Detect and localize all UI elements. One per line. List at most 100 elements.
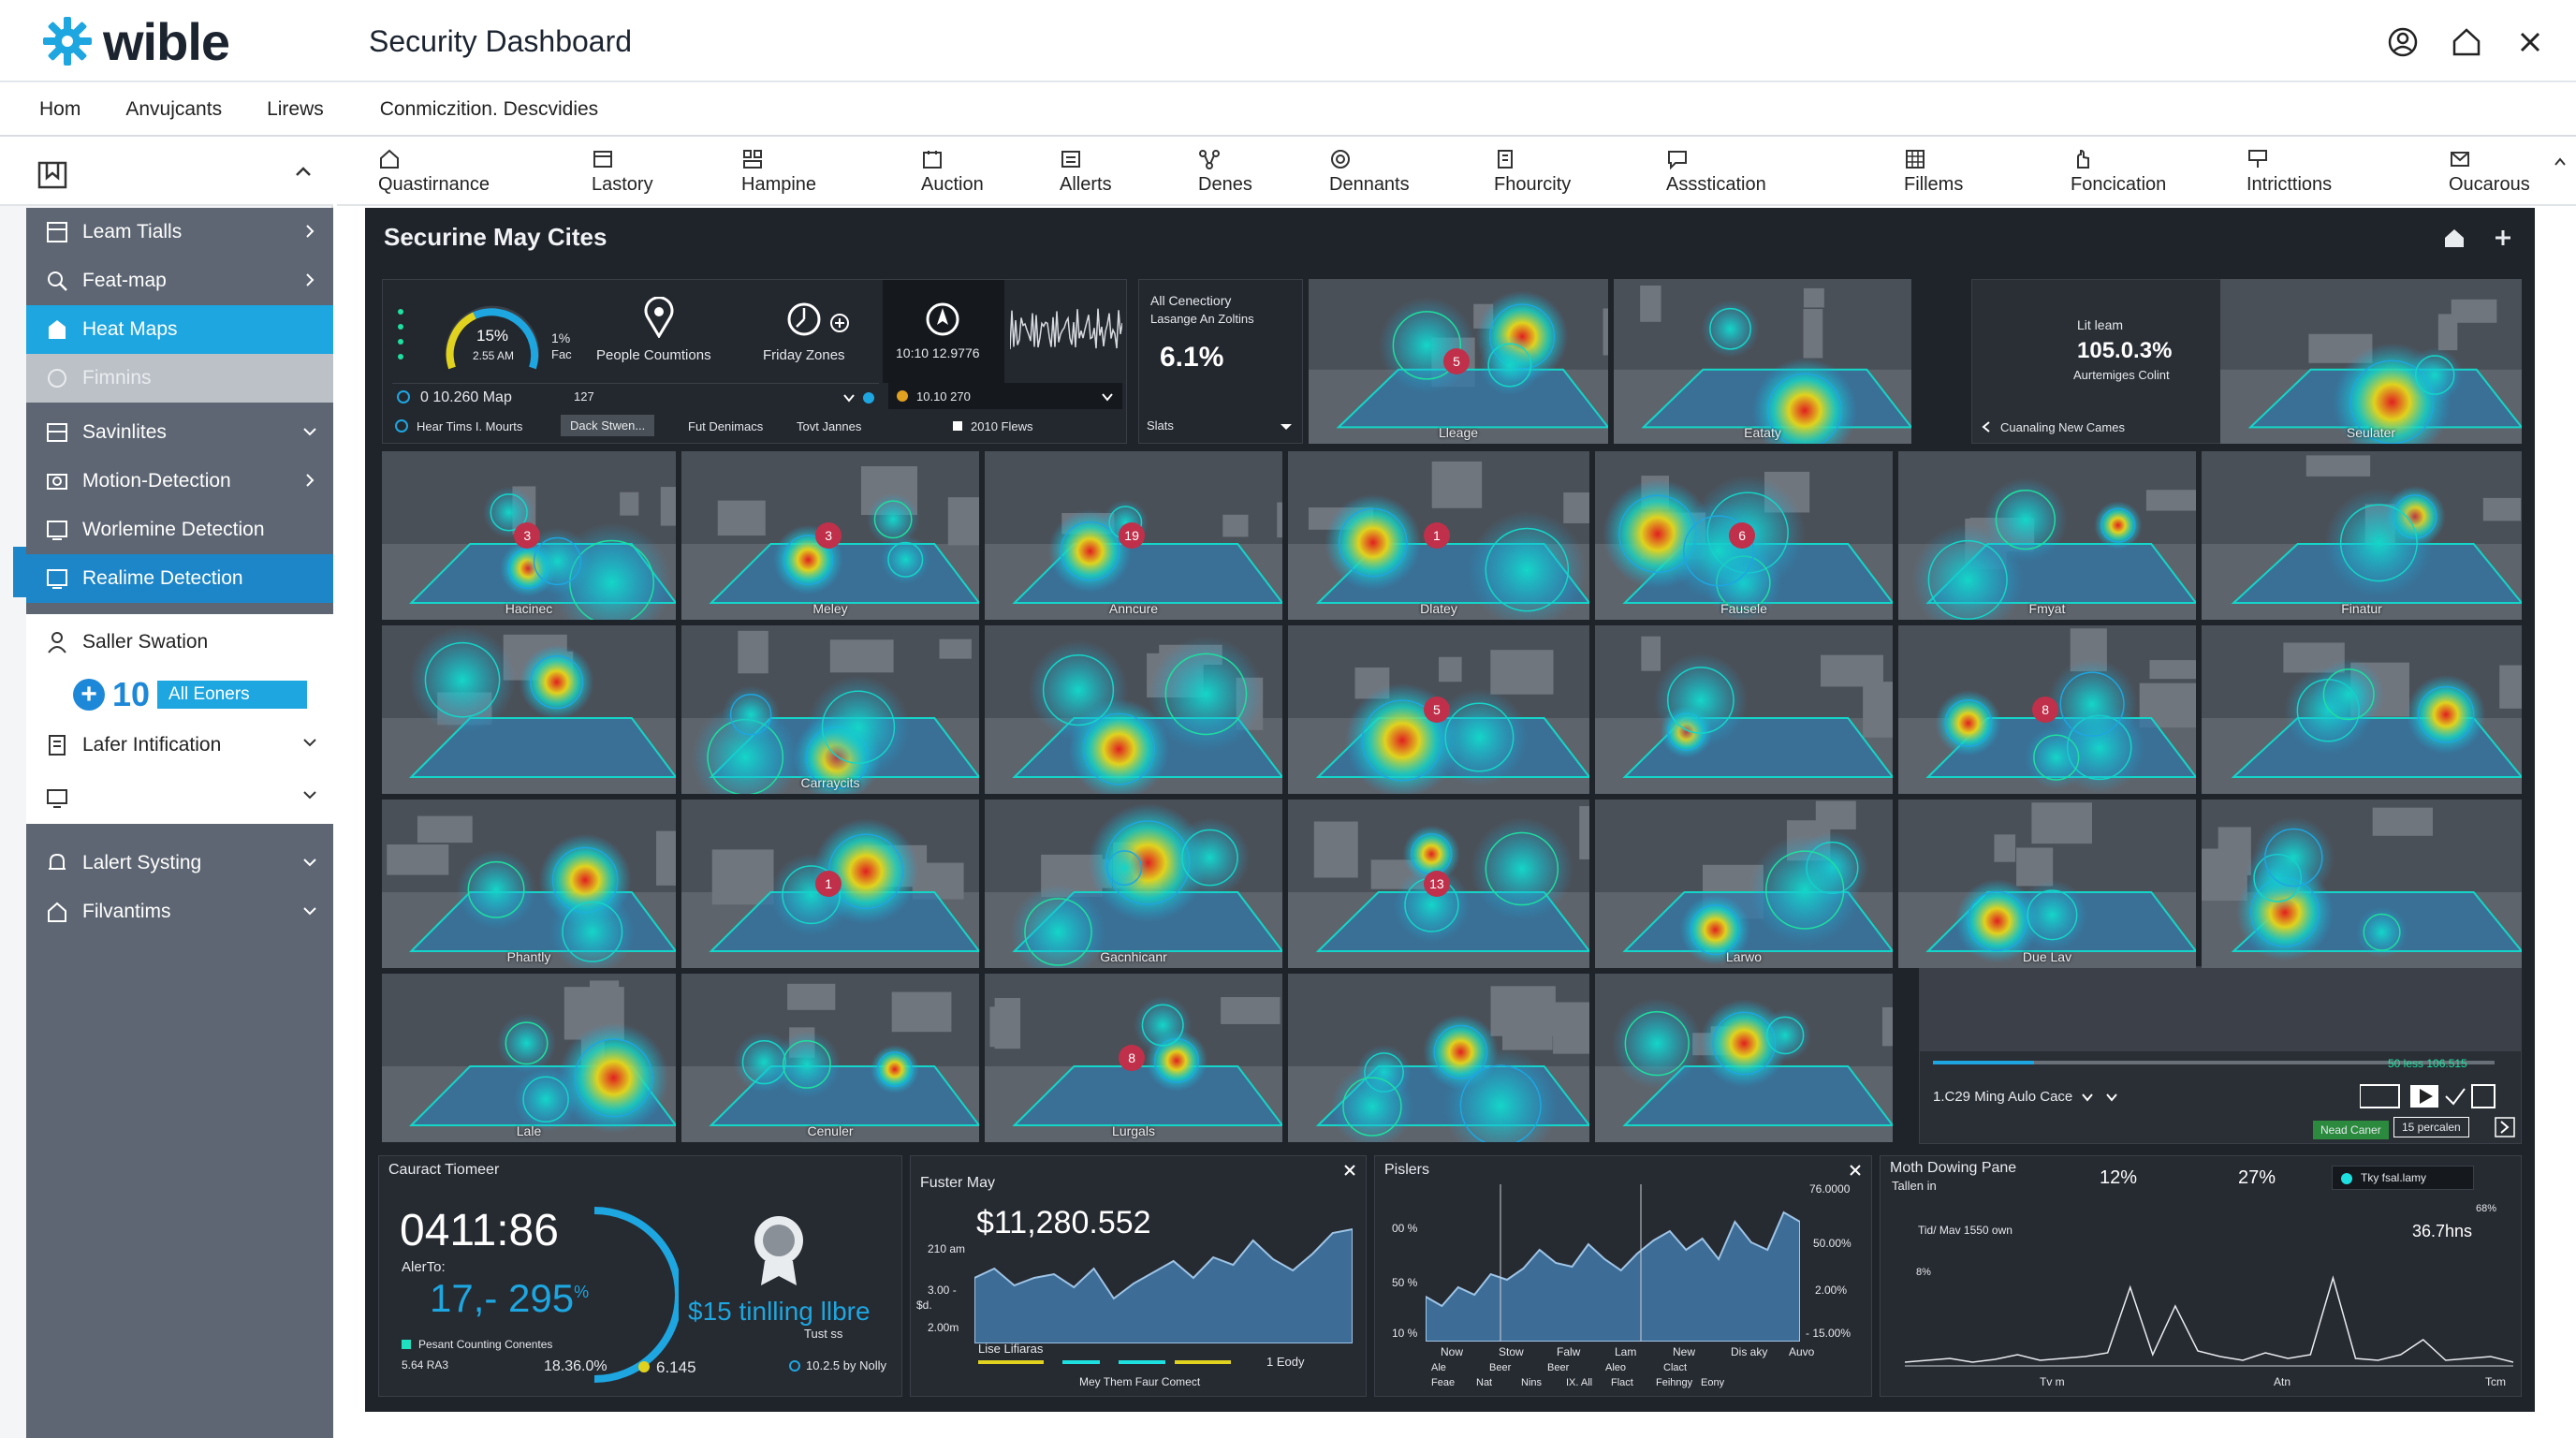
nav-reviews[interactable]: Lirews [267, 98, 324, 121]
tab-oucarous[interactable]: Oucarous [2449, 148, 2530, 196]
camera-feed[interactable]: Eataty [1614, 279, 1911, 444]
camera-feed[interactable]: Finatur [2202, 451, 2522, 620]
camera-feed[interactable]: Gacnhicanr [985, 800, 1282, 968]
camera-feed[interactable]: Carraycits [681, 625, 979, 794]
filter-chip[interactable]: Hear Tims I. Mourts [417, 419, 522, 433]
filter-chip-selected[interactable]: Dack Stwen... [561, 415, 655, 436]
fuster-legend: Lise Lifiaras [978, 1342, 1044, 1356]
chevron-up-icon[interactable] [292, 161, 315, 183]
add-icon[interactable]: + [73, 679, 105, 711]
heatmap-overlay [1898, 451, 2196, 620]
camera-feed[interactable]: 13 [1288, 800, 1589, 968]
sidebar-item-worlemine-detection[interactable]: Worlemine Detection [26, 506, 333, 554]
camera-feed[interactable]: Seulater [2220, 279, 2522, 444]
camera-feed[interactable] [1595, 974, 1893, 1142]
sidebar-item-lafer-intification[interactable]: Lafer Intification [26, 719, 333, 771]
detection-count-badge: 3 [514, 521, 541, 549]
camera-label: Lleage [1438, 425, 1479, 440]
check-icon[interactable] [2445, 1088, 2466, 1106]
close-icon[interactable] [1849, 1164, 1862, 1177]
chevron-up-icon[interactable] [2554, 155, 2567, 169]
sidebar-item-saller-swation[interactable]: Saller Swation [26, 614, 333, 670]
tag-outline[interactable]: 15 percalen [2393, 1117, 2469, 1137]
tab-allerts[interactable]: Allerts [1060, 148, 1112, 196]
camera-feed[interactable]: 19 Anncure [985, 451, 1282, 620]
map-row[interactable]: 0 10.260 Map 127 [392, 383, 879, 409]
camera-feed[interactable]: 8 [1898, 625, 2196, 794]
home-icon[interactable] [2441, 225, 2467, 251]
filter-chip[interactable]: Fut Denimacs [688, 419, 763, 433]
sidebar-item-monitor[interactable] [26, 771, 333, 824]
camera-feed[interactable]: Lale [382, 974, 676, 1142]
tab-lastory[interactable]: Lastory [592, 148, 653, 196]
tab-quastirnance[interactable]: Quastirnance [378, 148, 490, 196]
tab-denes[interactable]: Denes [1198, 148, 1252, 196]
tab-intricttions[interactable]: Intricttions [2247, 148, 2332, 196]
checkbox-icon[interactable] [952, 420, 963, 432]
nav-connection-descriptions[interactable]: Conmiczition. Descvidies [380, 98, 598, 121]
user-icon[interactable] [2385, 24, 2421, 60]
nav-home[interactable]: Hom [39, 98, 80, 121]
bookmark-icon[interactable] [36, 157, 69, 191]
sidebar-item-lalert-systing[interactable]: Lalert Systing [26, 839, 333, 888]
filter-chip[interactable]: Tovt Jannes [797, 419, 861, 433]
camera-feed[interactable]: 3 Meley [681, 451, 979, 620]
camera-feed[interactable]: Phantly [382, 800, 676, 968]
record-icon[interactable] [2471, 1084, 2496, 1108]
sidebar-item-filvantims[interactable]: Filvantims [26, 888, 333, 936]
tab-dennants[interactable]: Dennants [1329, 148, 1410, 196]
camera-feed[interactable]: Due Lav [1898, 800, 2196, 968]
sidebar-item-team-trials[interactable]: Leam Tialls [26, 208, 333, 257]
camera-feed[interactable] [2202, 800, 2522, 968]
tag-green[interactable]: Nead Caner [2313, 1121, 2389, 1139]
camera-feed[interactable]: 6 Fausele [1595, 451, 1893, 620]
tab-auction[interactable]: Auction [921, 148, 984, 196]
nav-applicants[interactable]: Anvujcants [125, 98, 222, 121]
camera-label: Lurgals [1112, 1123, 1155, 1138]
camera-feed[interactable] [1288, 974, 1589, 1142]
sidebar-item-feat-map[interactable]: Feat-map [26, 257, 333, 305]
camera-feed[interactable]: 5 [1288, 625, 1589, 794]
player-preview [1920, 967, 2521, 1051]
brand-logo[interactable]: wible [41, 12, 230, 71]
camera-feed[interactable]: Fmyat [1898, 451, 2196, 620]
camera-feed[interactable]: 8 Lurgals [985, 974, 1282, 1142]
camera-feed[interactable]: 5 Lleage [1309, 279, 1608, 444]
x-tick-label: New [1673, 1345, 1696, 1358]
tab-assstication[interactable]: Assstication [1666, 148, 1766, 196]
camera-feed[interactable]: 1 [681, 800, 979, 968]
add-icon[interactable] [2490, 225, 2516, 251]
tab-fhourcity[interactable]: Fhourcity [1494, 148, 1571, 196]
close-icon[interactable] [2512, 24, 2548, 60]
time-select[interactable]: 10.10 270 [888, 383, 1122, 409]
legend-item: Eony [1701, 1377, 1725, 1388]
camera-feed[interactable]: 3 Hacinec [382, 451, 676, 620]
camera-feed[interactable] [985, 625, 1282, 794]
close-icon[interactable] [1343, 1164, 1356, 1177]
sidebar-count-badge[interactable]: + 10 All Eoners [26, 670, 333, 719]
moth-chip[interactable]: Tky fsal.lamy [2332, 1166, 2474, 1190]
tab-fillems[interactable]: Fillems [1904, 148, 1963, 196]
tab-foncication[interactable]: Foncication [2071, 148, 2166, 196]
sidebar-item-realime-detection[interactable]: Realime Detection [26, 554, 333, 603]
camera-feed[interactable] [382, 625, 676, 794]
fullscreen-icon[interactable] [2360, 1084, 2400, 1108]
sidebar-item-heat-maps[interactable]: Heat Maps [26, 305, 333, 354]
chevron-down-icon[interactable] [2081, 1093, 2118, 1102]
camera-label: Fmyat [2028, 601, 2066, 616]
sidebar-item-motion-detection[interactable]: Motion-Detection [26, 457, 333, 506]
camera-feed[interactable] [1595, 625, 1893, 794]
home-icon[interactable] [2449, 24, 2484, 60]
arrow-left-icon[interactable] [1980, 420, 1993, 433]
chevron-down-icon[interactable] [1280, 422, 1293, 432]
arrow-right-icon[interactable] [2495, 1117, 2515, 1137]
camera-feed[interactable] [2202, 625, 2522, 794]
camera-feed[interactable]: 1 Dlatey [1288, 451, 1589, 620]
filter-chip[interactable]: 2010 Flews [971, 419, 1032, 433]
sidebar-item-savinlites[interactable]: Savinlites [26, 408, 333, 457]
tab-hampine[interactable]: Hampine [741, 148, 816, 196]
camera-feed[interactable]: Larwo [1595, 800, 1893, 968]
sidebar-item-filmins[interactable]: Fimnins [26, 354, 333, 403]
legend-item: Beer [1489, 1362, 1512, 1373]
camera-feed[interactable]: Cenuler [681, 974, 979, 1142]
